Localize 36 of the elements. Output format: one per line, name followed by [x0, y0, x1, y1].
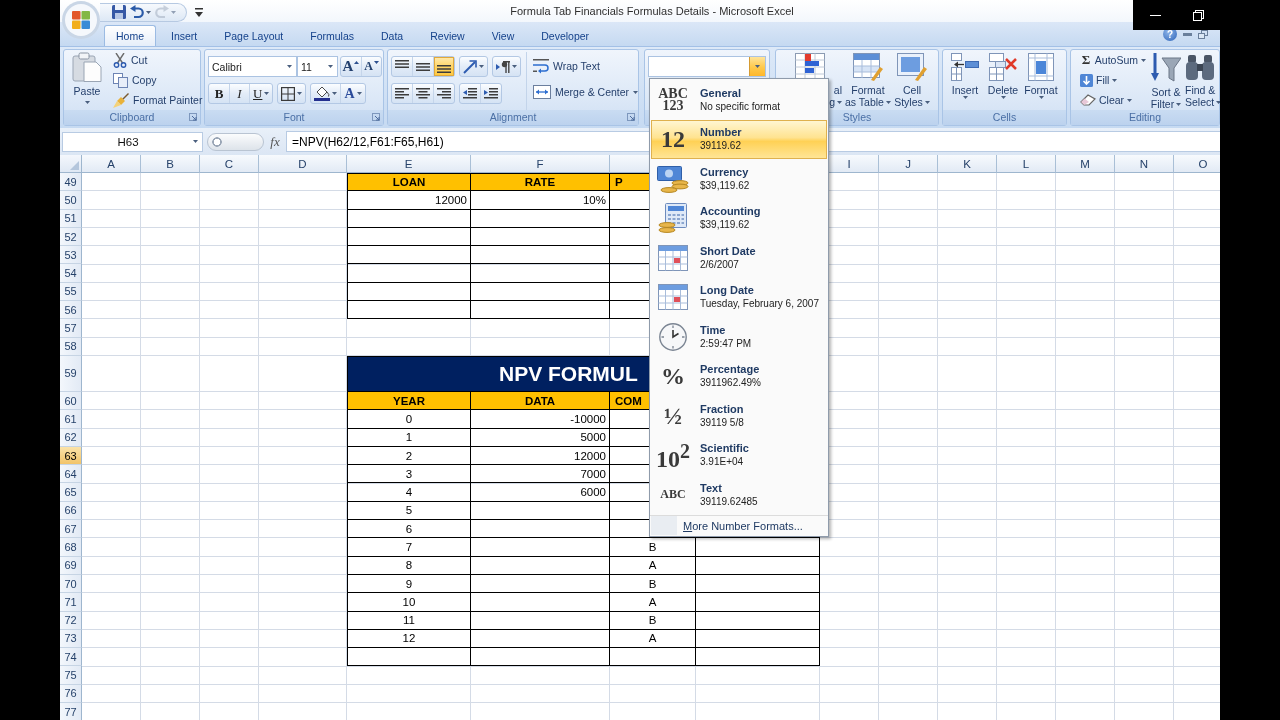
- table-cell: 4: [347, 483, 471, 502]
- table-cell: 10: [347, 593, 471, 612]
- table-cell: A: [610, 629, 696, 649]
- table-cell: 8: [347, 556, 471, 575]
- table-cell: 5000: [471, 428, 610, 447]
- header-cell: LOAN: [347, 173, 471, 192]
- group-label: Clipboard: [109, 111, 155, 124]
- table-cell: A: [610, 556, 696, 575]
- group-label: Cells: [992, 111, 1017, 124]
- window-title: Formula Tab Financials Formulas Details - Microsoft Excel: [509, 5, 795, 17]
- header-cell: RATE: [471, 173, 610, 192]
- table-title: NPV FORMUL: [499, 361, 638, 386]
- table-cell: 12000: [471, 446, 610, 466]
- table-cell: 9: [347, 574, 471, 594]
- table-cell: 12: [347, 629, 471, 649]
- table-cell: 11: [347, 611, 471, 630]
- table-cell: 12000: [347, 191, 471, 210]
- table-cell: 1: [347, 428, 471, 447]
- table-cell: 6000: [471, 483, 610, 502]
- table-cell: B: [610, 538, 696, 557]
- table-cell: B: [610, 611, 696, 630]
- table-cell: 7: [347, 538, 471, 557]
- table-cell: 5: [347, 501, 471, 521]
- table-cell: 3: [347, 465, 471, 484]
- table-cell: 2: [347, 446, 471, 466]
- table-cell: 0: [347, 410, 471, 429]
- group-label: Font: [283, 111, 305, 124]
- group-label: Styles: [842, 111, 872, 124]
- table-cell: 10%: [471, 191, 610, 210]
- table-cell: A: [610, 593, 696, 612]
- table-cell: B: [610, 574, 696, 594]
- group-label: Alignment: [489, 111, 537, 124]
- group-label: Editing: [1128, 111, 1162, 124]
- table-cell: 6: [347, 520, 471, 539]
- table-cell: 7000: [471, 465, 610, 484]
- table-cell: -10000: [471, 410, 610, 429]
